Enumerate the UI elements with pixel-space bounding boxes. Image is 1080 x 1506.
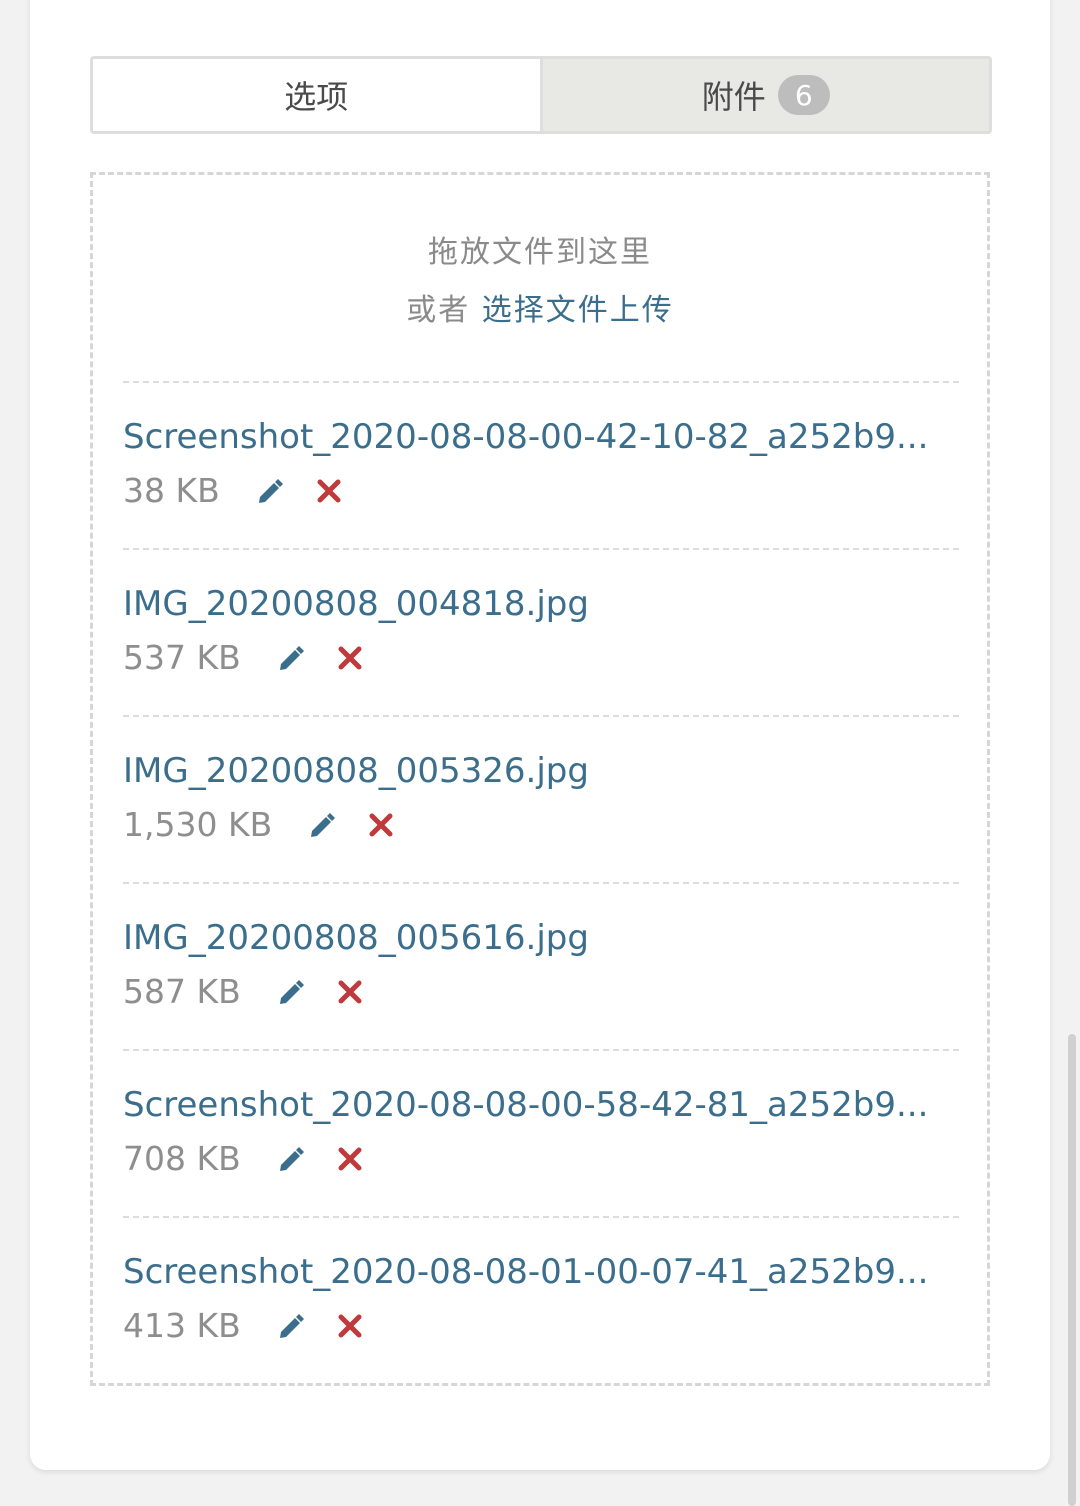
file-meta: 537 KB	[123, 638, 959, 677]
close-icon[interactable]	[337, 645, 363, 671]
select-file-upload-link[interactable]: 选择文件上传	[482, 293, 674, 328]
close-icon[interactable]	[337, 1313, 363, 1339]
file-size: 708 KB	[123, 1139, 241, 1178]
page-scrollbar[interactable]	[1068, 1034, 1076, 1506]
pencil-icon[interactable]	[275, 976, 307, 1008]
file-list: Screenshot_2020-08-08-00-42-10-82_a252b9…	[123, 381, 959, 1383]
pencil-icon[interactable]	[254, 475, 286, 507]
close-icon[interactable]	[337, 979, 363, 1005]
file-size: 587 KB	[123, 972, 241, 1011]
file-size: 413 KB	[123, 1306, 241, 1345]
file-item: IMG_20200808_005326.jpg 1,530 KB	[123, 715, 959, 882]
file-item: Screenshot_2020-08-08-00-58-42-81_a252b9…	[123, 1049, 959, 1216]
pencil-icon[interactable]	[306, 809, 338, 841]
file-size: 38 KB	[123, 471, 220, 510]
file-meta: 708 KB	[123, 1139, 959, 1178]
file-name-link[interactable]: Screenshot_2020-08-08-00-58-42-81_a252b9…	[123, 1085, 943, 1125]
file-item: IMG_20200808_005616.jpg 587 KB	[123, 882, 959, 1049]
drop-or-text: 或者	[406, 293, 471, 328]
drop-hint: 拖放文件到这里	[428, 235, 652, 270]
tab-bar: 选项 附件 6	[90, 56, 992, 134]
attachments-panel: 选项 附件 6 拖放文件到这里 或者 选择文件上传 Screenshot_202…	[30, 0, 1050, 1470]
pencil-icon[interactable]	[275, 1310, 307, 1342]
file-name-link[interactable]: IMG_20200808_005616.jpg	[123, 918, 943, 958]
file-name-link[interactable]: Screenshot_2020-08-08-00-42-10-82_a252b9…	[123, 417, 943, 457]
file-name-link[interactable]: Screenshot_2020-08-08-01-00-07-41_a252b9…	[123, 1252, 943, 1292]
close-icon[interactable]	[337, 1146, 363, 1172]
close-icon[interactable]	[316, 478, 342, 504]
file-name-link[interactable]: IMG_20200808_004818.jpg	[123, 584, 943, 624]
file-meta: 413 KB	[123, 1306, 959, 1345]
tab-options[interactable]: 选项	[93, 59, 543, 131]
file-meta: 1,530 KB	[123, 805, 959, 844]
tab-attachments[interactable]: 附件 6	[542, 59, 989, 131]
file-name-link[interactable]: IMG_20200808_005326.jpg	[123, 751, 943, 791]
file-meta: 587 KB	[123, 972, 959, 1011]
tab-options-label: 选项	[284, 78, 349, 116]
pencil-icon[interactable]	[275, 1143, 307, 1175]
file-dropzone[interactable]: 拖放文件到这里 或者 选择文件上传 Screenshot_2020-08-08-…	[90, 172, 990, 1386]
file-item: Screenshot_2020-08-08-01-00-07-41_a252b9…	[123, 1216, 959, 1383]
pencil-icon[interactable]	[275, 642, 307, 674]
drop-or-line: 或者 选择文件上传	[93, 285, 987, 329]
file-item: Screenshot_2020-08-08-00-42-10-82_a252b9…	[123, 381, 959, 548]
file-meta: 38 KB	[123, 471, 959, 510]
file-size: 1,530 KB	[123, 805, 273, 844]
tab-attachments-label: 附件	[701, 78, 766, 116]
file-size: 537 KB	[123, 638, 241, 677]
attachments-count-badge: 6	[777, 75, 830, 115]
file-item: IMG_20200808_004818.jpg 537 KB	[123, 548, 959, 715]
close-icon[interactable]	[368, 812, 394, 838]
